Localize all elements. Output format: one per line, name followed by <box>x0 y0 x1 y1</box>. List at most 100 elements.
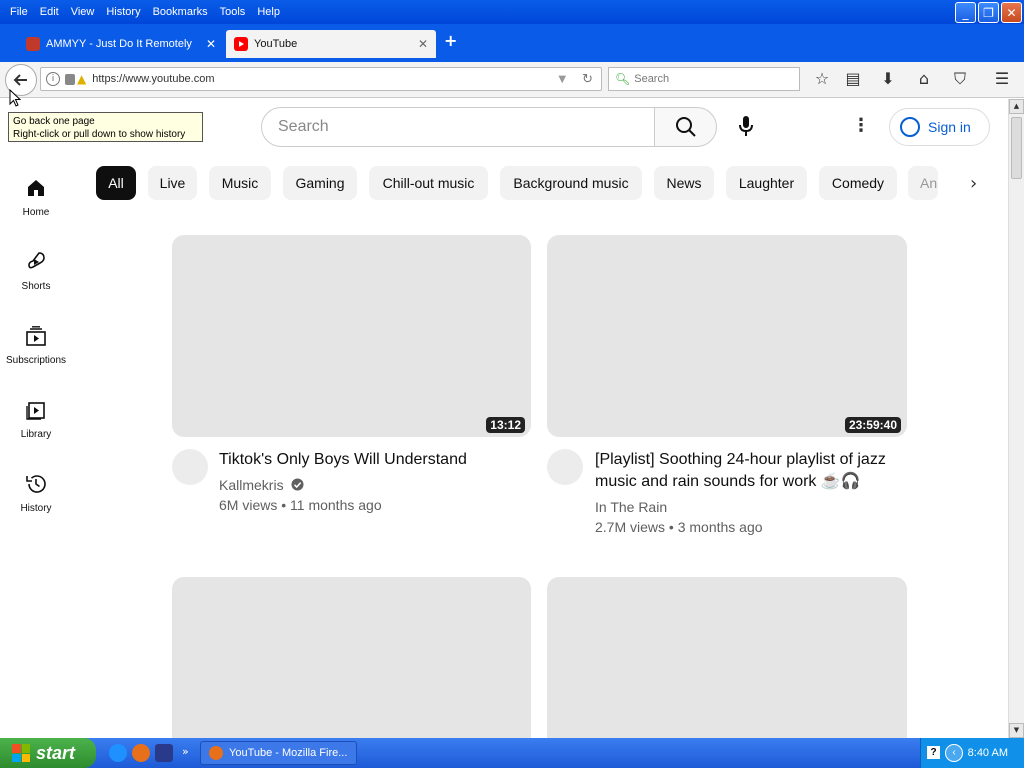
chips-next-icon[interactable]: › <box>970 173 977 194</box>
chip-live[interactable]: Live <box>148 166 197 200</box>
chip-background-music[interactable]: Background music <box>500 166 642 200</box>
video-title[interactable]: Tiktok's Only Boys Will Understand <box>219 449 529 471</box>
firefox-quicklaunch-icon[interactable] <box>132 744 150 762</box>
channel-avatar[interactable] <box>172 449 208 485</box>
sidebar-item-subscriptions[interactable]: Subscriptions <box>0 325 72 366</box>
sidebar-item-home[interactable]: Home <box>0 177 72 218</box>
youtube-search-button[interactable] <box>654 107 717 147</box>
browser-search-placeholder: Search <box>634 73 670 85</box>
search-engine-icon[interactable]: 🔍︎ <box>615 72 630 86</box>
system-tray: ? ‹ 8:40 AM <box>920 738 1024 768</box>
scrollbar-thumb[interactable] <box>1011 117 1022 179</box>
quicklaunch-app-icon[interactable] <box>155 744 173 762</box>
help-tray-icon[interactable]: ? <box>927 746 940 759</box>
site-info-icon[interactable]: i <box>46 72 60 86</box>
back-button-tooltip: Go back one page Right-click or pull dow… <box>8 112 203 142</box>
chip-music[interactable]: Music <box>209 166 271 200</box>
reading-list-icon[interactable]: ▤ <box>843 69 863 88</box>
taskbar-item-label: YouTube - Mozilla Fire... <box>229 747 348 759</box>
tray-expand-icon[interactable]: ‹ <box>945 744 963 762</box>
menu-history[interactable]: History <box>100 6 146 18</box>
back-arrow-icon <box>13 74 27 86</box>
new-tab-button[interactable]: + <box>444 31 457 50</box>
tooltip-line-2: Right-click or pull down to show history <box>13 129 186 140</box>
video-thumbnail[interactable]: 13:12 <box>172 235 531 437</box>
tab-close-icon[interactable]: ✕ <box>418 37 428 51</box>
restore-button[interactable]: ❐ <box>978 2 999 23</box>
sidebar-item-label: Library <box>20 429 52 440</box>
sign-in-label: Sign in <box>928 119 971 135</box>
bookmark-star-icon[interactable]: ☆ <box>812 69 832 88</box>
home-toolbar-icon[interactable]: ⌂ <box>914 69 934 88</box>
ammyy-favicon-icon <box>26 37 40 51</box>
sidebar-item-label: Shorts <box>21 281 51 292</box>
sidebar-item-history[interactable]: History <box>0 473 72 514</box>
chip-all[interactable]: All <box>96 166 136 200</box>
start-button[interactable]: start <box>0 738 96 768</box>
menu-bookmarks[interactable]: Bookmarks <box>147 6 214 18</box>
shorts-icon <box>25 251 47 273</box>
downloads-icon[interactable]: ⬇ <box>878 69 898 88</box>
internet-explorer-icon[interactable] <box>109 744 127 762</box>
reload-icon[interactable]: ↻ <box>582 72 593 87</box>
channel-name[interactable]: In The Rain <box>595 499 667 515</box>
pocket-icon[interactable]: ⛉ <box>950 69 970 89</box>
sidebar-item-label: Home <box>22 207 50 218</box>
mouse-cursor-icon <box>9 88 22 112</box>
voice-search-button[interactable] <box>733 113 759 139</box>
tab-close-icon[interactable]: ✕ <box>206 37 216 51</box>
sidebar-item-library[interactable]: Library <box>0 399 72 440</box>
menu-list: File Edit View History Bookmarks Tools H… <box>0 0 286 24</box>
sidebar-item-shorts[interactable]: Shorts <box>0 251 72 292</box>
hamburger-menu-icon[interactable]: ☰ <box>992 69 1012 88</box>
youtube-favicon-icon <box>234 37 248 51</box>
video-thumbnail[interactable] <box>547 577 907 738</box>
menu-file[interactable]: File <box>4 6 34 18</box>
channel-name-row[interactable]: Kallmekris <box>219 477 304 493</box>
url-dropdown-icon[interactable]: ▼ <box>558 74 566 85</box>
scroll-down-icon[interactable]: ▼ <box>1009 723 1024 738</box>
warning-icon: ▲ <box>77 72 87 86</box>
more-options-icon[interactable]: ⋮ <box>852 115 870 136</box>
chip-news[interactable]: News <box>654 166 714 200</box>
page-scrollbar[interactable]: ▲ ▼ <box>1008 99 1024 738</box>
menu-help[interactable]: Help <box>251 6 286 18</box>
sign-in-button[interactable]: Sign in <box>889 108 990 146</box>
menu-tools[interactable]: Tools <box>214 6 252 18</box>
scroll-up-icon[interactable]: ▲ <box>1009 99 1024 114</box>
url-text[interactable]: https://www.youtube.com <box>92 73 558 85</box>
channel-name[interactable]: Kallmekris <box>219 477 284 493</box>
microphone-icon <box>739 116 753 136</box>
tab-youtube[interactable]: YouTube ✕ <box>226 30 436 58</box>
youtube-search-placeholder: Search <box>278 118 329 135</box>
tab-label: AMMYY - Just Do It Remotely <box>46 38 192 50</box>
tab-label: YouTube <box>254 38 298 50</box>
browser-search-box[interactable]: 🔍︎ Search <box>608 67 800 91</box>
chip-comedy[interactable]: Comedy <box>819 166 897 200</box>
menu-view[interactable]: View <box>65 6 101 18</box>
taskbar-item-firefox[interactable]: YouTube - Mozilla Fire... <box>200 741 357 765</box>
start-label: start <box>36 742 76 763</box>
menu-edit[interactable]: Edit <box>34 6 65 18</box>
chip-laughter[interactable]: Laughter <box>726 166 807 200</box>
minimize-button[interactable]: _ <box>955 2 976 23</box>
tooltip-line-1: Go back one page <box>13 116 95 127</box>
duration-badge: 13:12 <box>486 417 525 433</box>
video-meta: 6M views • 11 months ago <box>219 497 382 513</box>
sidebar-item-label: History <box>20 503 52 514</box>
close-window-button[interactable]: ✕ <box>1001 2 1022 23</box>
chip-an[interactable]: An <box>908 166 938 200</box>
video-thumbnail[interactable]: 23:59:40 <box>547 235 907 437</box>
lock-icon <box>65 73 75 85</box>
navigation-toolbar: i ▲ https://www.youtube.com ▼ ↻ 🔍︎ Searc… <box>0 62 1024 98</box>
channel-avatar[interactable] <box>547 449 583 485</box>
duration-badge: 23:59:40 <box>844 417 901 433</box>
chip-chill-out-music[interactable]: Chill-out music <box>369 166 488 200</box>
quicklaunch-overflow-icon[interactable]: » <box>182 745 189 758</box>
video-thumbnail[interactable] <box>172 577 531 738</box>
url-bar[interactable]: i ▲ https://www.youtube.com ▼ ↻ <box>40 67 602 91</box>
chip-gaming[interactable]: Gaming <box>283 166 357 200</box>
tab-ammyy[interactable]: AMMYY - Just Do It Remotely ✕ <box>18 30 224 58</box>
youtube-search-input[interactable]: Search <box>261 107 655 147</box>
video-title[interactable]: [Playlist] Soothing 24-hour playlist of … <box>595 449 895 493</box>
